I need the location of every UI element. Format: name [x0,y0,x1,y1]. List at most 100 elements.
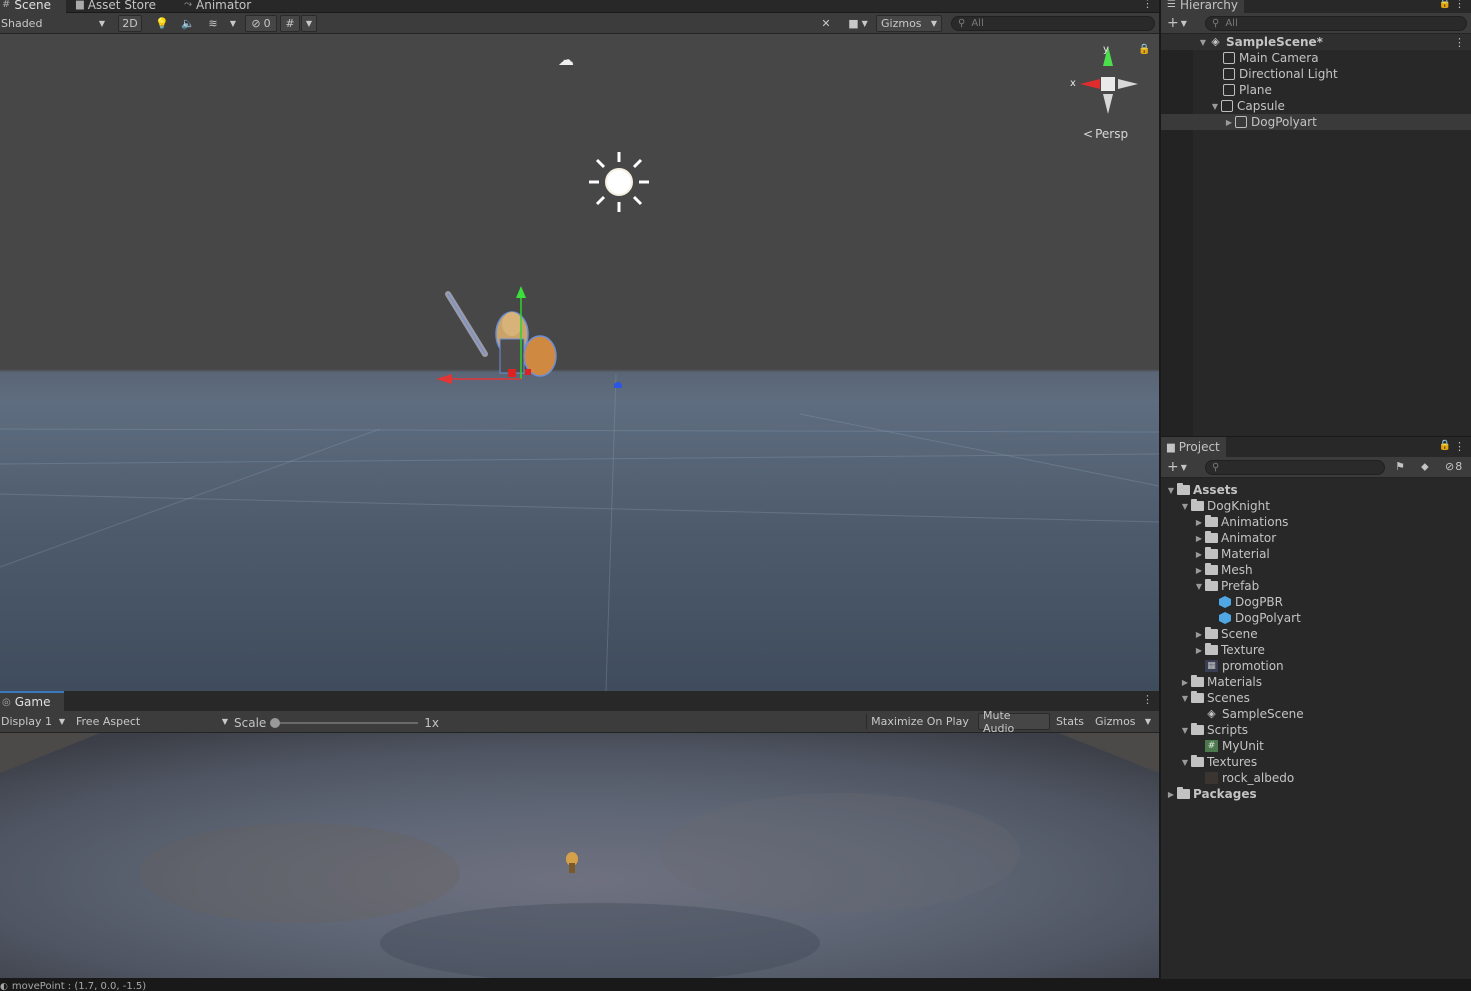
hidden-packages-toggle[interactable]: ⊘ 8 [1445,460,1462,473]
expand-arrow-icon[interactable]: ▶ [1193,550,1205,559]
expand-arrow-icon[interactable]: ▼ [1209,102,1221,111]
scale-slider[interactable] [270,717,419,728]
tree-item-dogpbr[interactable]: DogPBR [1219,594,1283,610]
hidden-objects-toggle[interactable]: ⊘ 0 [245,15,277,32]
tree-item-promotion[interactable]: ▦ promotion [1205,658,1284,674]
scale-slider-handle[interactable] [270,717,281,728]
project-search-input[interactable]: ⚲ [1205,460,1385,475]
expand-arrow-icon[interactable]: ▼ [1179,694,1191,703]
hierarchy-tab[interactable]: ☰ Hierarchy 🔒 ⋮ [1161,0,1471,13]
tab-animator[interactable]: ⤳ Animator [178,0,257,13]
create-button[interactable]: + ▼ [1167,15,1187,31]
hierarchy-item-plane[interactable]: Plane [1161,82,1471,98]
maximize-on-play-toggle[interactable]: Maximize On Play [866,713,974,730]
hierarchy-toolbar: + ▼ ⚲ All [1161,13,1471,34]
capsule-marker-icon[interactable] [614,382,622,388]
tree-item-prefab[interactable]: ▼ Prefab [1193,578,1259,594]
expand-arrow-icon[interactable]: ▼ [1179,758,1191,767]
expand-arrow-icon[interactable]: ▶ [1193,534,1205,543]
expand-arrow-icon[interactable]: ▶ [1165,790,1177,799]
status-message[interactable]: movePoint : (1.7, 0.0, -1.5) [12,981,146,991]
dog-knight-model[interactable] [430,284,570,389]
camera-settings-icon[interactable]: ■ ▼ [843,15,873,32]
tree-item-assets[interactable]: ▼ Assets [1165,482,1238,498]
mute-audio-toggle[interactable]: Mute Audio [978,709,1050,735]
expand-arrow-icon[interactable]: ▼ [1197,38,1209,47]
aspect-dropdown[interactable]: Free Aspect ▼ [71,713,233,730]
expand-arrow-icon[interactable]: ▶ [1193,646,1205,655]
hierarchy-search-input[interactable]: ⚲ All [1205,16,1467,31]
scene-name: SampleScene* [1226,35,1323,49]
tab-scene[interactable]: # Scene [0,0,66,13]
more-options-icon[interactable]: ⋮ [1142,0,1153,10]
project-toolbar: + ▼ ⚲ ⚑ ⬥ ⊘ 8 [1161,457,1471,478]
chevron-down-icon: ▼ [98,19,105,28]
more-options-icon[interactable]: ⋮ [1454,36,1465,49]
more-options-icon[interactable]: ⋮ [1454,0,1465,10]
tab-game[interactable]: ◎ Game [0,691,64,711]
display-dropdown[interactable]: Display 1 ▼ [0,713,70,730]
lighting-toggle-icon[interactable]: 💡 [152,15,172,32]
tree-item-rock-albedo[interactable]: rock_albedo [1205,770,1294,786]
grid-toggle-icon[interactable]: # [280,15,300,32]
lock-icon[interactable]: 🔒 [1439,0,1451,9]
hierarchy-item-directional-light[interactable]: Directional Light [1161,66,1471,82]
tree-item-myunit[interactable]: # MyUnit [1205,738,1264,754]
expand-arrow-icon[interactable]: ▶ [1223,118,1235,127]
hierarchy-item-label: Capsule [1237,99,1285,113]
hierarchy-item-main-camera[interactable]: Main Camera [1161,50,1471,66]
tree-item-scripts[interactable]: ▼ Scripts [1179,722,1248,738]
tree-item-mesh[interactable]: ▶ Mesh [1193,562,1253,578]
directional-light-gizmo-icon[interactable] [585,150,653,216]
camera-gizmo-icon[interactable]: ☁ [558,50,574,69]
hierarchy-item-dogpolyart[interactable]: ▶ DogPolyart [1161,114,1471,130]
expand-arrow-icon[interactable]: ▼ [1193,582,1205,591]
expand-arrow-icon[interactable]: ▶ [1193,566,1205,575]
shading-mode-dropdown[interactable]: Shaded ▼ [0,15,110,32]
scene-root-row[interactable]: ▼ ◈ SampleScene* ⋮ [1161,34,1471,50]
filter-by-type-icon[interactable]: ⚑ [1395,460,1405,473]
hidden-packages-count: 8 [1455,460,1463,473]
tree-item-label: DogPBR [1235,595,1284,609]
expand-arrow-icon[interactable]: ▼ [1179,726,1191,735]
expand-arrow-icon[interactable]: ▶ [1193,518,1205,527]
expand-arrow-icon[interactable]: ▼ [1165,486,1177,495]
tree-item-texture[interactable]: ▶ Texture [1193,642,1265,658]
filter-by-label-icon[interactable]: ⬥ [1421,460,1429,474]
tree-item-dogpolyart[interactable]: DogPolyart [1219,610,1301,626]
effects-dropdown-chevron-icon[interactable]: ▼ [226,15,240,32]
more-options-icon[interactable]: ⋮ [1142,693,1153,706]
tree-item-animator[interactable]: ▶ Animator [1193,530,1276,546]
tree-item-materials[interactable]: ▶ Materials [1179,674,1262,690]
more-options-icon[interactable]: ⋮ [1454,440,1465,453]
game-gizmos-dropdown[interactable]: Gizmos ▼ [1090,713,1156,730]
grid-dropdown-chevron-icon[interactable]: ▼ [301,15,317,32]
stats-toggle[interactable]: Stats [1052,713,1088,730]
tree-item-packages[interactable]: ▶ Packages [1165,786,1257,802]
effects-toggle-icon[interactable]: ≋ [203,15,223,32]
tree-item-scenes[interactable]: ▼ Scenes [1179,690,1250,706]
tab-asset-store[interactable]: ▆ Asset Store [70,0,162,13]
tree-item-dogknight[interactable]: ▼ DogKnight [1179,498,1270,514]
toggle-2d-button[interactable]: 2D [118,15,142,32]
expand-arrow-icon[interactable]: ▼ [1179,502,1191,511]
tree-item-animations[interactable]: ▶ Animations [1193,514,1288,530]
audio-toggle-icon[interactable]: 🔈 [178,15,198,32]
project-tab[interactable]: ▆ Project 🔒 ⋮ [1161,437,1471,457]
hierarchy-item-capsule[interactable]: ▼ Capsule [1161,98,1471,114]
scene-view[interactable]: ☁ y x 🔒 < Persp [0,34,1159,691]
projection-toggle[interactable]: < Persp [1083,127,1128,141]
expand-arrow-icon[interactable]: ▶ [1179,678,1191,687]
expand-arrow-icon[interactable]: ▶ [1193,630,1205,639]
create-asset-button[interactable]: + ▼ [1167,459,1187,475]
tree-item-samplescene[interactable]: ◈ SampleScene [1205,706,1303,722]
game-view[interactable] [0,733,1159,978]
lock-icon[interactable]: 🔒 [1439,440,1451,451]
lock-icon[interactable]: 🔒 [1138,44,1150,55]
tree-item-scene[interactable]: ▶ Scene [1193,626,1258,642]
tools-icon[interactable]: ✕ [816,15,836,32]
gizmos-dropdown[interactable]: Gizmos ▼ [876,15,942,32]
tree-item-material[interactable]: ▶ Material [1193,546,1270,562]
tree-item-textures[interactable]: ▼ Textures [1179,754,1257,770]
scene-search-input[interactable]: ⚲ All [951,16,1155,31]
